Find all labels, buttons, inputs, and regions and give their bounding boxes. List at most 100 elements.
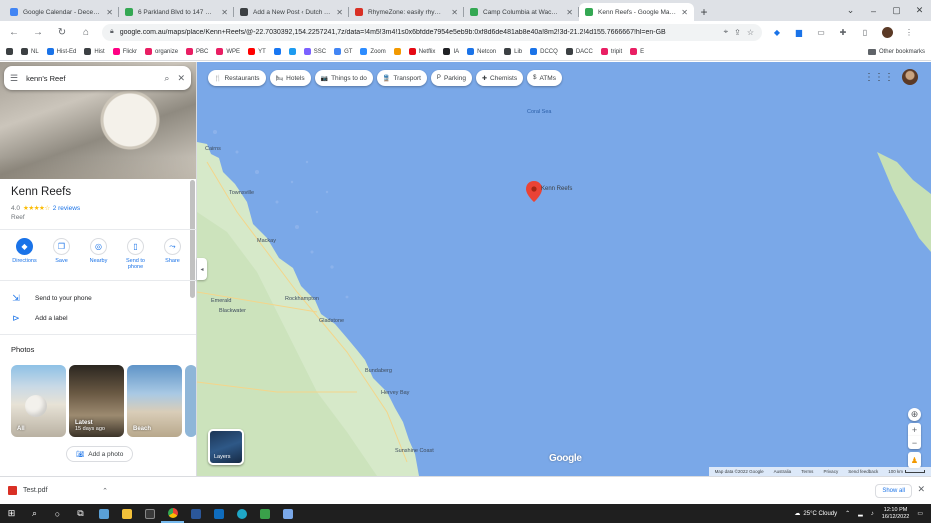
- browser-tab[interactable]: 6 Parkland Blvd to 147 Oldfield ✕: [119, 3, 234, 21]
- download-item[interactable]: Test.pdf ⌃: [8, 486, 108, 495]
- bookmark-item[interactable]: Flickr: [112, 48, 137, 55]
- taskbar-app-icon[interactable]: [276, 504, 299, 523]
- taskbar-search-icon[interactable]: ⌕: [23, 504, 46, 523]
- cortana-icon[interactable]: ○: [46, 504, 69, 523]
- taskbar-app-icon[interactable]: [138, 504, 161, 523]
- send-to-phone-button[interactable]: ▯ Send to phone: [120, 238, 152, 270]
- bookmark-item[interactable]: NL: [21, 48, 39, 55]
- chip-hotels[interactable]: 🛏 Hotels: [269, 70, 311, 86]
- bookmark-item[interactable]: Netcon: [467, 48, 496, 55]
- browser-tab[interactable]: Add a New Post ‹ Dutch Austra ✕: [234, 3, 349, 21]
- volume-icon[interactable]: ♪: [871, 511, 874, 517]
- extension-icon[interactable]: ▭: [814, 25, 828, 39]
- add-label-row[interactable]: ⊳ Add a label: [11, 313, 67, 324]
- puzzle-icon[interactable]: ✚: [836, 25, 850, 39]
- bookmark-item[interactable]: organize: [145, 48, 178, 55]
- photo-all[interactable]: All: [11, 365, 66, 437]
- bookmark-item[interactable]: WPE: [216, 48, 240, 55]
- bookmark-item[interactable]: tripit: [600, 48, 622, 55]
- tab-close-icon[interactable]: ✕: [336, 8, 343, 17]
- other-bookmarks[interactable]: Other bookmarks: [867, 48, 925, 55]
- photo-beach[interactable]: Beach: [127, 365, 182, 437]
- layers-button[interactable]: Layers: [208, 429, 244, 465]
- bookmark-item[interactable]: E: [630, 48, 644, 55]
- browser-tab[interactable]: Camp Columbia at Wacol – Q ✕: [464, 3, 579, 21]
- photo-more[interactable]: [185, 365, 196, 437]
- photo-latest[interactable]: Latest 15 days ago: [69, 365, 124, 437]
- chip-transport[interactable]: 🚆 Transport: [376, 70, 427, 86]
- word-icon[interactable]: [184, 504, 207, 523]
- extension-icon[interactable]: ◆: [770, 25, 784, 39]
- chip-things-to-do[interactable]: 📷 Things to do: [314, 70, 373, 86]
- new-tab-button[interactable]: +: [694, 3, 714, 21]
- tab-close-icon[interactable]: ✕: [566, 8, 573, 17]
- tab-close-icon[interactable]: ✕: [106, 8, 113, 17]
- bookmark-item[interactable]: Hist-Ed: [46, 48, 76, 55]
- reviews-link[interactable]: 2 reviews: [53, 205, 80, 212]
- extension-icon[interactable]: ▆: [792, 25, 806, 39]
- bookmark-star-icon[interactable]: ☆: [747, 28, 754, 37]
- close-window-button[interactable]: ✕: [908, 0, 931, 21]
- sidepanel-icon[interactable]: ▯: [858, 25, 872, 39]
- chevron-up-icon[interactable]: ⌃: [102, 487, 108, 495]
- notifications-icon[interactable]: ▭: [917, 510, 923, 517]
- chip-parking[interactable]: P Parking: [430, 70, 472, 86]
- chip-atms[interactable]: $ ATMs: [527, 70, 562, 86]
- chevron-up-icon[interactable]: ⌃: [845, 510, 850, 517]
- chevron-down-icon[interactable]: ⌄: [839, 0, 862, 21]
- menu-icon[interactable]: ☰: [10, 73, 18, 84]
- bookmark-item[interactable]: DCCQ: [530, 48, 558, 55]
- bookmark-item[interactable]: [288, 48, 296, 55]
- reload-button[interactable]: ↻: [54, 24, 70, 40]
- outlook-icon[interactable]: [207, 504, 230, 523]
- directions-button[interactable]: ◆ Directions: [9, 238, 41, 270]
- tab-close-icon[interactable]: ✕: [221, 8, 228, 17]
- profile-avatar[interactable]: [880, 25, 894, 39]
- save-button[interactable]: ❐ Save: [46, 238, 78, 270]
- file-explorer-icon[interactable]: [115, 504, 138, 523]
- bookmark-item[interactable]: IA: [443, 48, 459, 55]
- search-icon[interactable]: ⌕: [164, 73, 169, 84]
- taskbar-app-icon[interactable]: [253, 504, 276, 523]
- pegman-icon[interactable]: ♟: [908, 452, 921, 468]
- bookmark-item[interactable]: YT: [248, 48, 266, 55]
- taskbar-app-icon[interactable]: [92, 504, 115, 523]
- bookmark-item[interactable]: Lib: [504, 48, 522, 55]
- zoom-in-button[interactable]: +: [908, 423, 921, 436]
- browser-tab[interactable]: RhymeZone: easily rhymes ✕: [349, 3, 464, 21]
- browser-tab[interactable]: Kenn Reefs - Google Maps ✕: [579, 3, 694, 21]
- bookmark-item[interactable]: [393, 48, 401, 55]
- kenn-reefs-marker[interactable]: [526, 181, 542, 202]
- zoom-out-button[interactable]: −: [908, 436, 921, 449]
- minimize-button[interactable]: –: [862, 0, 885, 21]
- task-view-icon[interactable]: ⧉: [69, 504, 92, 523]
- back-button[interactable]: ←: [6, 24, 22, 40]
- weather-widget[interactable]: ☁ 25°C Cloudy: [794, 510, 837, 518]
- bookmark-item[interactable]: PBC: [186, 48, 208, 55]
- bookmark-item[interactable]: Zoom: [360, 48, 386, 55]
- map-canvas[interactable]: Kenn Reefs Coral Sea Cairns Townsville M…: [197, 62, 931, 476]
- my-location-button[interactable]: ⊕: [908, 408, 921, 421]
- apps-grid-icon[interactable]: ⋮⋮⋮: [864, 72, 894, 83]
- tab-close-icon[interactable]: ✕: [681, 8, 688, 17]
- browser-tab[interactable]: Google Calendar - December ✕: [4, 3, 119, 21]
- close-downloads-icon[interactable]: ✕: [917, 484, 925, 495]
- send-to-phone-row[interactable]: ⇲ Send to your phone: [11, 293, 92, 304]
- chrome-taskbar-icon[interactable]: [161, 504, 184, 523]
- chip-chemists[interactable]: ✚ Chemists: [475, 70, 524, 86]
- windows-start-icon[interactable]: ⊞: [0, 504, 23, 523]
- show-all-button[interactable]: Show all: [875, 484, 912, 498]
- clock[interactable]: 12:10 PM 16/12/2022: [882, 507, 910, 521]
- bookmark-item[interactable]: Netflix: [408, 48, 435, 55]
- more-menu-icon[interactable]: ⋮: [902, 25, 916, 39]
- tab-close-icon[interactable]: ✕: [451, 8, 458, 17]
- bookmark-item[interactable]: SSC: [303, 48, 326, 55]
- collapse-panel-button[interactable]: ◂: [197, 258, 207, 280]
- chip-restaurants[interactable]: 🍴 Restaurants: [208, 70, 266, 86]
- add-photo-button[interactable]: 📷︎ Add a photo: [66, 446, 134, 462]
- bookmark-item[interactable]: [6, 48, 13, 55]
- nearby-button[interactable]: ◎ Nearby: [83, 238, 115, 270]
- share-button[interactable]: ⤳ Share: [157, 238, 189, 270]
- location-icon[interactable]: ⌖: [724, 27, 729, 37]
- share-icon[interactable]: ⇪: [734, 28, 741, 37]
